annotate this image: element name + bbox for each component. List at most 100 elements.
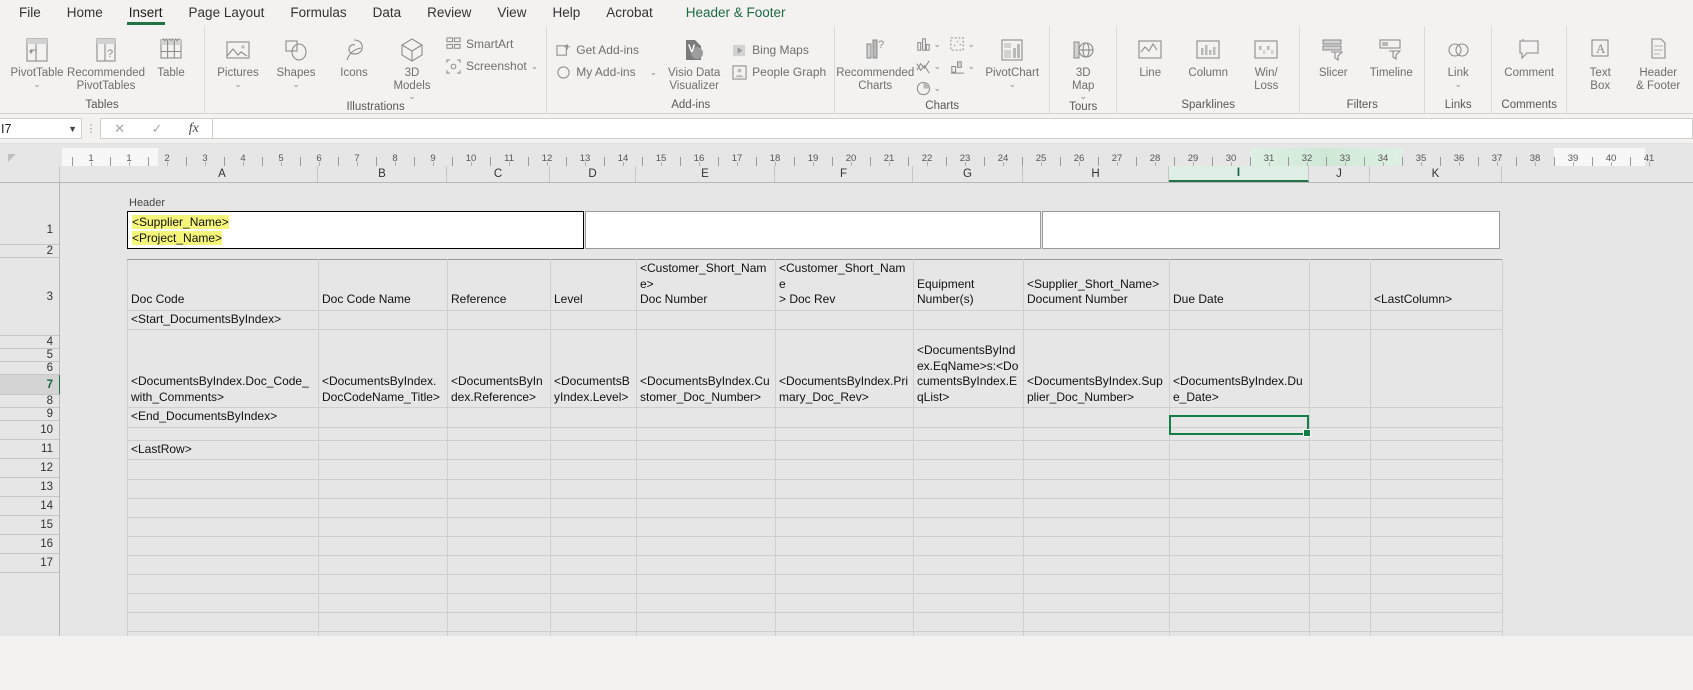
table-cell[interactable] [318, 574, 448, 594]
table-cell[interactable]: <LastRow> [127, 439, 319, 460]
table-cell[interactable] [1169, 459, 1310, 480]
table-cell[interactable] [1309, 407, 1371, 428]
table-cell[interactable] [1370, 439, 1503, 460]
tab-help[interactable]: Help [539, 2, 593, 25]
table-cell[interactable] [636, 612, 776, 632]
formula-input[interactable] [212, 118, 1693, 139]
page-header-center-section[interactable] [585, 211, 1041, 249]
column-header-b[interactable]: B [318, 166, 447, 182]
table-cell[interactable] [775, 439, 914, 460]
table-cell[interactable] [1370, 536, 1503, 556]
cancel-icon[interactable]: ✕ [114, 121, 125, 137]
chevron-down-icon[interactable]: ⌄ [234, 79, 242, 88]
recommended-charts-button[interactable]: ? Recommended Charts [836, 31, 914, 92]
bing-maps-button[interactable]: Bing Maps [727, 39, 830, 61]
formula-bar-grip[interactable]: ⋮ [82, 122, 100, 135]
column-header-j[interactable]: J [1309, 166, 1370, 182]
table-cell[interactable] [318, 517, 448, 537]
row-header-1[interactable]: 1 [0, 216, 59, 245]
waterfall-chart-button[interactable]: ⌄ [945, 55, 979, 77]
table-cell[interactable] [447, 517, 551, 537]
table-cell[interactable] [913, 555, 1024, 575]
table-cell[interactable] [1370, 407, 1503, 428]
scatter-chart-button[interactable]: ⌄ [945, 33, 979, 55]
row-header-13[interactable]: 13 [0, 478, 59, 497]
table-cell[interactable] [1023, 498, 1170, 518]
table-cell[interactable] [1370, 498, 1503, 518]
column-header-i[interactable]: I [1169, 166, 1309, 182]
tab-page-layout[interactable]: Page Layout [176, 2, 278, 25]
table-cell[interactable] [636, 479, 776, 499]
ruler-scale[interactable]: 1 1 2 3 4 5 6 7 8 9 10 11 12 13 14 15 16 17 18 19 20 21 22 23 24… [60, 144, 1693, 166]
table-cell[interactable] [1023, 407, 1170, 428]
table-cell[interactable] [550, 459, 637, 480]
comment-button[interactable]: Comment [1496, 31, 1562, 80]
table-cell[interactable] [913, 426, 1024, 441]
table-cell[interactable] [447, 498, 551, 518]
table-cell[interactable] [913, 612, 1024, 632]
chevron-down-icon[interactable]: ▼ [68, 124, 77, 134]
table-cell[interactable] [550, 574, 637, 594]
worksheet-area[interactable]: Header <Supplier_Name> <Project_Name> Do… [60, 183, 1693, 636]
table-cell[interactable] [127, 426, 319, 441]
table-cell[interactable] [1309, 612, 1371, 632]
table-cell[interactable] [636, 309, 776, 330]
table-cell[interactable] [127, 517, 319, 537]
table-cell[interactable] [447, 459, 551, 480]
sparkline-winloss-button[interactable]: Win/ Loss [1237, 31, 1295, 92]
table-cell[interactable] [318, 631, 448, 636]
column-header-k[interactable]: K [1370, 166, 1502, 182]
pictures-button[interactable]: Pictures ⌄ [209, 31, 267, 88]
table-cell[interactable] [318, 612, 448, 632]
row-header-2[interactable]: 2 [0, 245, 59, 258]
sparkline-column-button[interactable]: Column [1179, 31, 1237, 80]
table-cell[interactable] [1309, 459, 1371, 480]
table-cell[interactable] [913, 517, 1024, 537]
table-cell[interactable] [1370, 479, 1503, 499]
table-cell[interactable] [1169, 517, 1310, 537]
table-cell[interactable] [1370, 631, 1503, 636]
row-header-10[interactable]: 10 [0, 421, 59, 440]
table-cell[interactable] [1370, 574, 1503, 594]
table-cell[interactable] [447, 426, 551, 441]
row-header-16[interactable]: 16 [0, 535, 59, 554]
table-cell[interactable] [1309, 536, 1371, 556]
table-cell[interactable] [1023, 479, 1170, 499]
table-cell[interactable]: Doc Code Name [318, 259, 448, 311]
table-cell[interactable] [775, 407, 914, 428]
table-cell[interactable] [1023, 459, 1170, 480]
table-cell[interactable] [913, 439, 1024, 460]
table-cell[interactable] [447, 555, 551, 575]
table-cell[interactable] [1309, 555, 1371, 575]
table-cell[interactable] [1309, 259, 1371, 311]
chevron-down-icon[interactable]: ⌄ [1008, 79, 1016, 88]
page-header-right-section[interactable] [1042, 211, 1500, 249]
table-cell[interactable] [127, 536, 319, 556]
table-cell[interactable] [775, 574, 914, 594]
table-button[interactable]: Table [142, 31, 200, 80]
table-cell[interactable] [913, 498, 1024, 518]
table-cell[interactable]: <End_DocumentsByIndex> [127, 407, 319, 428]
table-cell[interactable] [1309, 426, 1371, 441]
enter-icon[interactable]: ✓ [151, 121, 162, 137]
table-cell[interactable] [1309, 593, 1371, 613]
table-cell[interactable] [1309, 329, 1371, 408]
table-cell[interactable] [1023, 536, 1170, 556]
table-cell[interactable] [1309, 479, 1371, 499]
table-cell[interactable] [1309, 574, 1371, 594]
row-header-11[interactable]: 11 [0, 440, 59, 459]
table-cell[interactable] [550, 555, 637, 575]
table-cell[interactable]: <DocumentsByIndex.Primary_Doc_Rev> [775, 329, 914, 408]
table-cell[interactable]: <Customer_Short_Name > Doc Rev [775, 259, 914, 311]
table-cell[interactable] [1309, 439, 1371, 460]
table-cell[interactable] [550, 309, 637, 330]
row-header-8[interactable]: 8 [0, 395, 59, 408]
row-header-9[interactable]: 9 [0, 408, 59, 421]
table-cell[interactable] [775, 459, 914, 480]
table-cell[interactable] [1169, 479, 1310, 499]
table-cell[interactable] [1169, 407, 1310, 428]
column-header-e[interactable]: E [636, 166, 775, 182]
shapes-button[interactable]: Shapes ⌄ [267, 31, 325, 88]
table-cell[interactable] [636, 498, 776, 518]
pie-chart-button[interactable]: ⌄ [911, 77, 945, 99]
